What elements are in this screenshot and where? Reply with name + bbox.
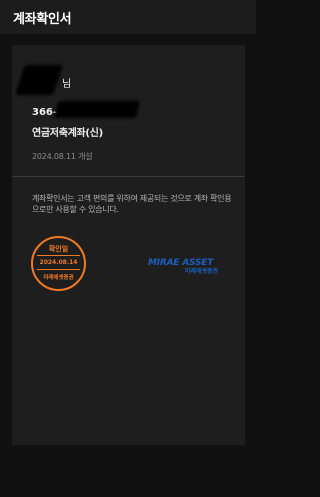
account-number-prefix: 366- <box>32 107 58 118</box>
logo-brand-kr: 미래에셋증권 <box>184 268 218 275</box>
confirmation-stamp: 확인일 2024.08.14 미래에셋증권 <box>31 236 86 291</box>
stamp-divider-top <box>37 255 80 256</box>
account-type: 연금저축계좌(신) <box>32 128 103 139</box>
divider <box>12 176 245 177</box>
redacted-account-number <box>53 101 141 118</box>
stamp-issuer: 미래에셋증권 <box>43 275 74 281</box>
logo-brand-en: MIRAE ASSET <box>148 258 214 268</box>
mirae-asset-logo: MIRAE ASSET 미래에셋증권 <box>148 258 220 282</box>
account-open-date: 2024.08.11 개설 <box>32 152 93 161</box>
stamp-title: 확인일 <box>48 245 69 253</box>
usage-notice: 계좌확인서는 고객 편의를 위하여 제공되는 것으로 계좌 확인용으로만 사용할… <box>32 194 232 214</box>
page-title: 계좌확인서 <box>13 12 72 27</box>
honorific-label: 님 <box>62 79 72 90</box>
top-bar: 계좌확인서 <box>0 0 256 34</box>
stamp-divider-bottom <box>37 269 80 270</box>
stamp-date: 2024.08.14 <box>39 259 78 266</box>
